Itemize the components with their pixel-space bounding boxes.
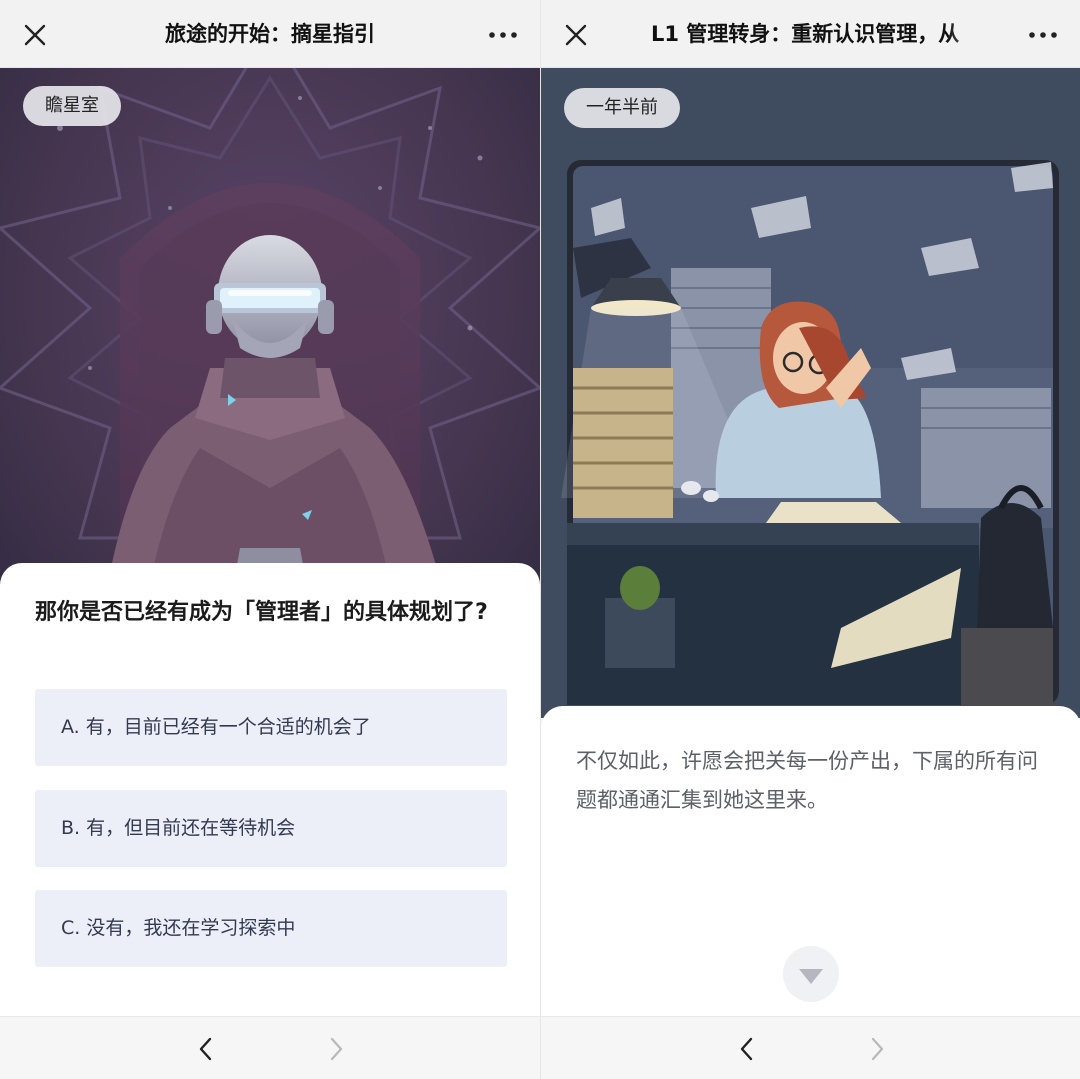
page-title: 旅途的开始：摘星指引 — [165, 22, 375, 46]
close-icon[interactable] — [22, 22, 48, 48]
top-bar: L1 管理转身：重新认识管理，从 — [541, 0, 1080, 68]
option-c[interactable]: C. 没有，我还在学习探索中 — [35, 890, 507, 967]
scene-illustration: 一年半前 — [541, 68, 1080, 718]
option-b[interactable]: B. 有，但目前还在等待机会 — [35, 790, 507, 867]
question-text: 那你是否已经有成为「管理者」的具体规划了? — [35, 600, 488, 625]
close-icon[interactable] — [563, 22, 589, 48]
left-screen: 旅途的开始：摘星指引 瞻星室 那你是否已经有成为「管理者」的具体规划了? A. … — [0, 0, 540, 1079]
more-icon[interactable] — [1028, 22, 1058, 48]
continue-button[interactable] — [783, 946, 839, 1002]
question-sheet: 那你是否已经有成为「管理者」的具体规划了? A. 有，目前已经有一个合适的机会了… — [0, 563, 540, 1016]
chevron-right-icon[interactable] — [865, 1035, 889, 1063]
narration-sheet: 不仅如此，许愿会把关每一份产出，下属的所有问题都通通汇集到她这里来。 — [541, 706, 1080, 1016]
chevron-right-icon[interactable] — [324, 1035, 348, 1063]
page-title: L1 管理转身：重新认识管理，从 — [651, 22, 960, 46]
triangle-down-icon — [799, 969, 823, 984]
right-screen: L1 管理转身：重新认识管理，从 一年半前 不仅如此，许愿会把关每一份产出，下属… — [540, 0, 1080, 1079]
scene-time-tag: 一年半前 — [564, 88, 680, 128]
chevron-left-icon[interactable] — [735, 1035, 759, 1063]
more-icon[interactable] — [488, 22, 518, 48]
bottom-nav — [0, 1016, 540, 1079]
option-a[interactable]: A. 有，目前已经有一个合适的机会了 — [35, 689, 507, 766]
scene-location-tag: 瞻星室 — [23, 86, 121, 126]
narration-text: 不仅如此，许愿会把关每一份产出，下属的所有问题都通通汇集到她这里来。 — [576, 749, 1038, 812]
chevron-left-icon[interactable] — [194, 1035, 218, 1063]
bottom-nav — [541, 1016, 1080, 1079]
top-bar: 旅途的开始：摘星指引 — [0, 0, 540, 68]
